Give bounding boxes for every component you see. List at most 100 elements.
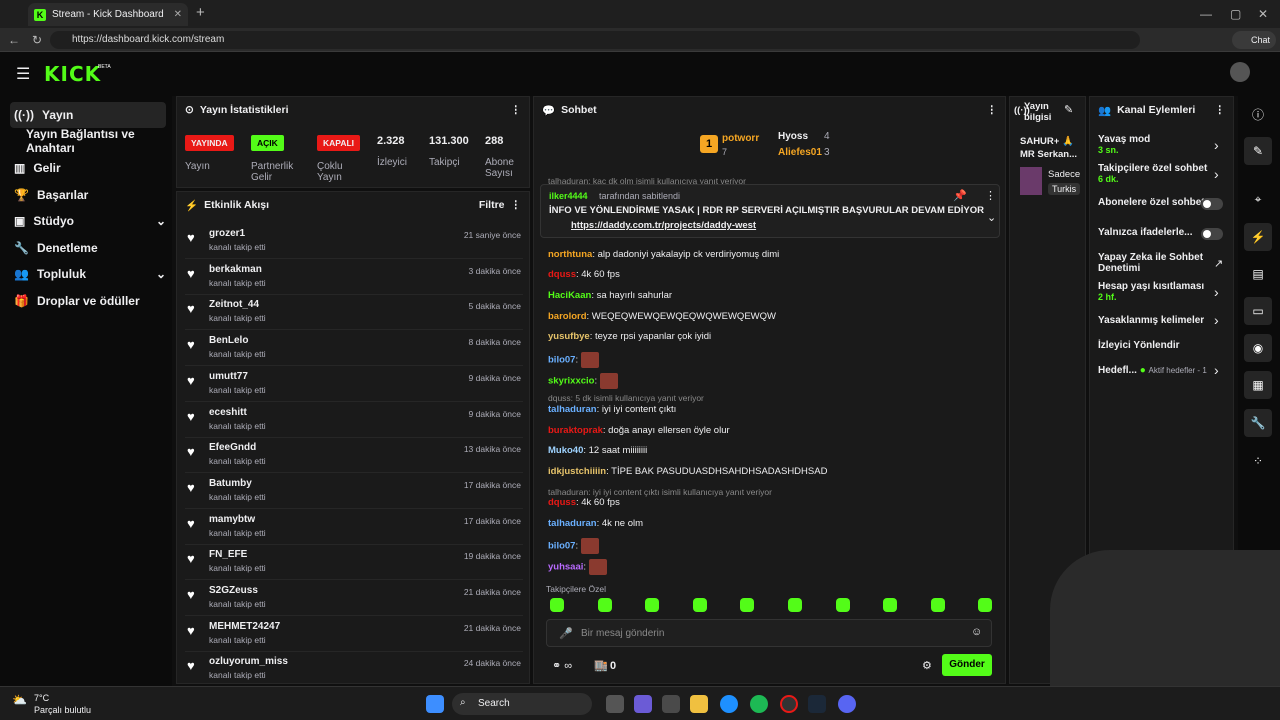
follower-name[interactable]: mamybtw <box>209 514 255 525</box>
emote-button[interactable] <box>692 598 707 612</box>
new-tab-icon[interactable]: + <box>196 1 205 25</box>
follower-name[interactable]: FN_EFE <box>209 549 247 560</box>
reload-icon[interactable]: ↻ <box>32 28 42 52</box>
follower-name[interactable]: MEHMET24247 <box>209 621 280 632</box>
followers-only-action[interactable]: Takipçilere özel sohbet 6 dk. <box>1098 163 1228 184</box>
more-icon[interactable]: ⋮ <box>987 104 998 116</box>
send-button[interactable]: Gönder <box>942 654 992 676</box>
copilot-icon[interactable] <box>634 695 652 713</box>
sidebar-item-gelir[interactable]: ▥ Gelir <box>10 155 166 181</box>
document-icon[interactable]: ▤ <box>1244 260 1272 288</box>
taskbar-search[interactable]: Search <box>452 693 592 715</box>
windows-start-icon[interactable] <box>426 695 444 713</box>
broadcast-icon[interactable]: ◉ <box>1244 334 1272 362</box>
chat-username[interactable]: buraktoprak <box>548 425 603 436</box>
infinity-icon[interactable]: ⚭ ∞ <box>552 659 572 672</box>
file-explorer-icon[interactable] <box>690 695 708 713</box>
wrench-icon[interactable]: 🔧 <box>1244 409 1272 437</box>
goals-action[interactable]: Hedefl... ● Aktif hedefler - 1 <box>1098 365 1228 376</box>
emote-button[interactable] <box>978 598 993 612</box>
top-gifter-name[interactable]: Hyoss <box>778 131 808 142</box>
chat-username[interactable]: skyrixxcio <box>548 376 594 387</box>
kick-logo[interactable]: KICK <box>44 62 101 86</box>
settings-icon[interactable]: ⚙ <box>922 659 932 672</box>
emoji-icon[interactable]: ☺ <box>971 626 982 638</box>
slow-mode-action[interactable]: Yavaş mod 3 sn. <box>1098 134 1228 155</box>
avatar[interactable] <box>1230 62 1250 82</box>
copilot-chat-button[interactable]: Chat <box>1232 31 1276 49</box>
sidebar-item-stream-key[interactable]: Yayın Bağlantısı ve Anahtarı <box>10 127 172 155</box>
account-age-action[interactable]: Hesap yaşı kısıtlaması 2 hf. <box>1098 281 1228 302</box>
ai-moderation-action[interactable]: Yapay Zeka ile Sohbet Denetimi <box>1098 252 1210 274</box>
chevron-right-icon[interactable]: › <box>1214 284 1219 300</box>
more-icon[interactable]: ⋮ <box>1215 104 1226 116</box>
chat-username[interactable]: talhaduran <box>548 518 597 529</box>
chevron-down-icon[interactable]: ⌄ <box>987 211 996 224</box>
sidebar-item-basarilar[interactable]: 🏆 Başarılar <box>10 182 166 208</box>
emote-button[interactable] <box>835 598 850 612</box>
chat-username[interactable]: HaciKaan <box>548 290 591 301</box>
back-icon[interactable]: ← <box>8 28 20 52</box>
chat-username[interactable]: talhaduran <box>548 404 597 415</box>
banned-words-action[interactable]: Yasaklanmış kelimeler <box>1098 315 1228 326</box>
emote-button[interactable] <box>740 598 755 612</box>
chat-username[interactable]: bilo07 <box>548 541 575 552</box>
maximize-icon[interactable]: ▢ <box>1230 2 1241 26</box>
close-window-icon[interactable]: ✕ <box>1258 2 1268 26</box>
follower-name[interactable]: S2GZeuss <box>209 585 258 596</box>
edge-icon[interactable] <box>720 695 738 713</box>
follower-name[interactable]: ozluyorum_miss <box>209 656 288 667</box>
chevron-right-icon[interactable]: › <box>1214 137 1219 153</box>
close-tab-icon[interactable]: ✕ <box>174 9 182 20</box>
more-icon[interactable]: ⋮ <box>511 104 522 116</box>
chat-username[interactable]: bilo07 <box>548 355 575 366</box>
emote-button[interactable] <box>550 598 564 612</box>
users-icon[interactable]: ⁘ <box>1244 447 1272 475</box>
filter-button[interactable]: Filtre <box>479 199 505 211</box>
emote-only-toggle[interactable] <box>1201 228 1223 240</box>
emote-button[interactable] <box>597 598 612 612</box>
sidebar-item-topluluk[interactable]: 👥 Topluluk ⌄ <box>10 261 166 287</box>
follower-name[interactable]: grozer1 <box>209 228 245 239</box>
obs-icon[interactable] <box>780 695 798 713</box>
follower-name[interactable]: berkakman <box>209 264 262 275</box>
follower-name[interactable]: EfeeGndd <box>209 442 256 453</box>
sidebar-item-denetleme[interactable]: 🔧 Denetleme <box>10 235 166 261</box>
follower-name[interactable]: BenLelo <box>209 335 248 346</box>
follower-name[interactable]: umutt77 <box>209 371 248 382</box>
info-icon[interactable]: ⓘ <box>1244 101 1272 129</box>
chat-username[interactable]: northtuna <box>548 249 592 260</box>
follower-name[interactable]: Zeitnot_44 <box>209 299 259 310</box>
top-gifter-name[interactable]: Aliefes01 <box>778 147 822 158</box>
subscribers-only-toggle[interactable] <box>1201 198 1223 210</box>
emote-button[interactable] <box>930 598 945 612</box>
menu-icon[interactable]: ☰ <box>16 64 30 84</box>
chat-username[interactable]: idkjustchiiiin <box>548 466 606 477</box>
chat-icon[interactable]: ▭ <box>1244 297 1272 325</box>
chat-username[interactable]: dquss <box>548 497 576 508</box>
host-action[interactable]: İzleyici Yönlendir <box>1098 340 1228 351</box>
chevron-right-icon[interactable]: › <box>1214 312 1219 328</box>
minimize-icon[interactable]: — <box>1200 2 1212 26</box>
emote-button[interactable] <box>645 598 660 612</box>
edit-icon[interactable]: ✎ <box>1064 103 1073 116</box>
chat-username[interactable]: yusufbye <box>548 331 590 342</box>
url-input[interactable]: https://dashboard.kick.com/stream <box>50 31 1140 49</box>
chat-username[interactable]: dquss <box>548 269 576 280</box>
edit-icon[interactable]: ✎ <box>1244 137 1272 165</box>
pin-icon[interactable]: 📌 <box>953 189 967 202</box>
browser-tab[interactable]: K Stream - Kick Dashboard ✕ <box>28 3 188 26</box>
chat-username[interactable]: yuhsaai <box>548 562 583 573</box>
steam-icon[interactable] <box>808 695 826 713</box>
pinned-link[interactable]: https://daddy.com.tr/projects/daddy-west <box>571 220 756 231</box>
top-gifter-name[interactable]: potworr <box>722 133 759 144</box>
follower-name[interactable]: Batumby <box>209 478 252 489</box>
task-view-icon[interactable] <box>606 695 624 713</box>
more-icon[interactable]: ⋮ <box>985 189 996 202</box>
chat-input[interactable]: 🎤 Bir mesaj gönderin ☺ <box>546 619 992 647</box>
microphone-icon[interactable]: 🎤 <box>559 627 573 640</box>
chevron-right-icon[interactable]: › <box>1214 362 1219 378</box>
emote-button[interactable] <box>788 598 802 612</box>
chevron-right-icon[interactable]: › <box>1214 166 1219 182</box>
crosshair-icon[interactable]: ⌖ <box>1244 185 1272 213</box>
